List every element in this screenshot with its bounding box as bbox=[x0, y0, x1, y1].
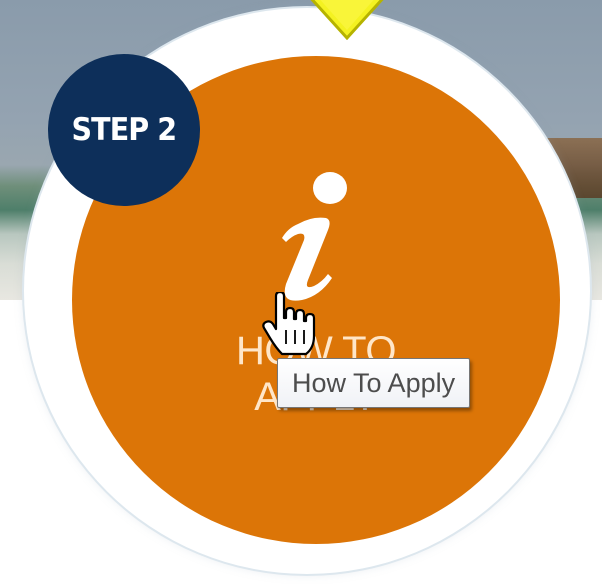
hand-pointer-icon bbox=[262, 292, 316, 356]
tooltip: How To Apply bbox=[277, 358, 471, 408]
tooltip-text: How To Apply bbox=[292, 367, 456, 398]
step-badge: STEP 2 bbox=[48, 54, 200, 206]
step-badge-label: STEP 2 bbox=[71, 112, 178, 148]
info-icon bbox=[282, 172, 347, 301]
yellow-arrow-icon bbox=[310, 0, 384, 40]
